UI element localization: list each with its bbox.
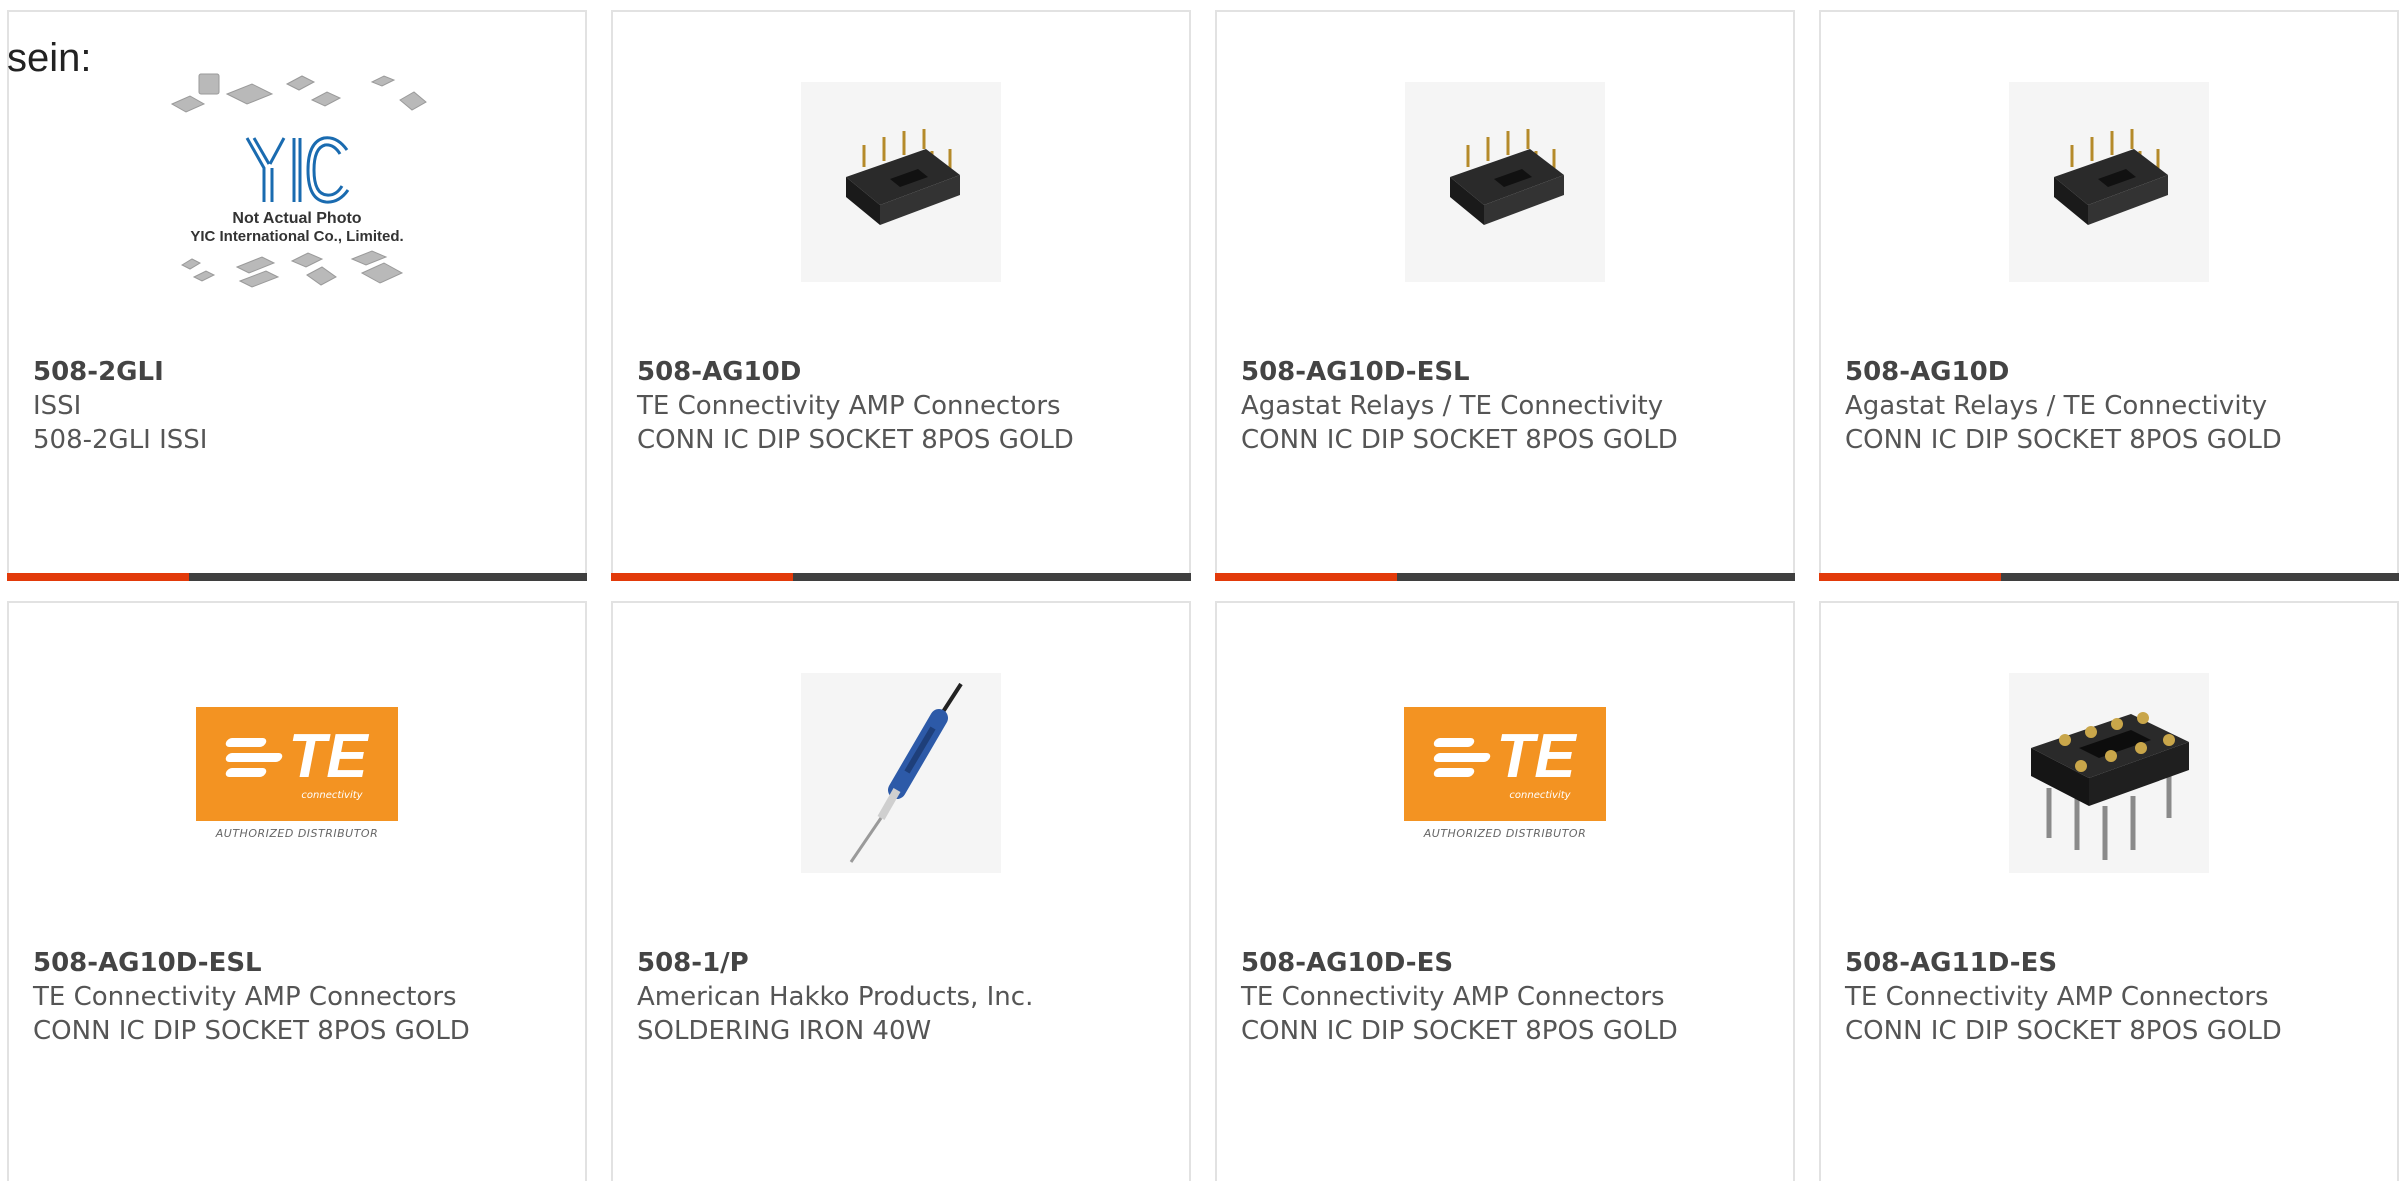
part-number[interactable]: 508-AG11D-ES (1845, 946, 2377, 980)
manufacturer: TE Connectivity AMP Connectors (33, 982, 457, 1012)
description: SOLDERING IRON 40W (637, 1016, 932, 1046)
card-accent-bar (611, 573, 1191, 581)
description: CONN IC DIP SOCKET 8POS GOLD (637, 425, 1074, 455)
product-info: 508-AG10D-ESL TE Connectivity AMP Connec… (33, 946, 565, 1048)
product-info: 508-AG10D-ES TE Connectivity AMP Connect… (1241, 946, 1773, 1048)
te-logo-image: TE connectivity AUTHORIZED DISTRIBUTOR (1404, 706, 1606, 840)
product-card[interactable]: Not Actual Photo YIC International Co., … (7, 10, 587, 581)
dip-socket-photo (1405, 82, 1605, 282)
product-card[interactable]: 508-AG10D-ESL Agastat Relays / TE Connec… (1215, 10, 1795, 581)
product-image (1821, 603, 2397, 943)
product-image (613, 603, 1189, 943)
manufacturer: TE Connectivity AMP Connectors (1845, 982, 2269, 1012)
product-info: 508-2GLI ISSI 508-2GLI ISSI (33, 355, 565, 457)
product-image: TE connectivity AUTHORIZED DISTRIBUTOR (1217, 603, 1793, 943)
yic-caption: Not Actual Photo YIC International Co., … (190, 209, 404, 245)
product-card[interactable]: TE connectivity AUTHORIZED DISTRIBUTOR 5… (1215, 601, 1795, 1181)
part-number[interactable]: 508-AG10D-ESL (1241, 355, 1773, 389)
description: 508-2GLI ISSI (33, 425, 208, 455)
chip-packages-icon (180, 249, 404, 288)
product-card[interactable]: 508-AG11D-ES TE Connectivity AMP Connect… (1819, 601, 2399, 1181)
soldering-iron-icon (849, 682, 963, 863)
soldering-iron-photo (801, 673, 1001, 873)
product-info: 508-AG11D-ES TE Connectivity AMP Connect… (1845, 946, 2377, 1048)
chip-packages-icon (170, 73, 427, 113)
description: CONN IC DIP SOCKET 8POS GOLD (1845, 425, 2282, 455)
manufacturer: ISSI (33, 391, 82, 421)
dip-socket-photo (801, 82, 1001, 282)
card-accent-bar (1819, 573, 2399, 581)
product-card[interactable]: TE connectivity AUTHORIZED DISTRIBUTOR 5… (7, 601, 587, 1181)
product-info: 508-AG10D-ESL Agastat Relays / TE Connec… (1241, 355, 1773, 457)
dip-socket-open-photo (2009, 673, 2209, 873)
page-heading: sein: (7, 36, 92, 80)
yic-logo-icon (245, 135, 350, 204)
product-grid: Not Actual Photo YIC International Co., … (0, 0, 2400, 1181)
product-card[interactable]: 508-AG10D TE Connectivity AMP Connectors… (611, 10, 1191, 581)
te-logo: TE connectivity (196, 706, 398, 821)
dip-socket-icon (2031, 712, 2189, 860)
part-number[interactable]: 508-2GLI (33, 355, 565, 389)
dip-socket-icon (1450, 129, 1564, 225)
dip-socket-icon (846, 129, 960, 225)
dip-socket-icon (2054, 129, 2168, 225)
te-logo-image: TE connectivity AUTHORIZED DISTRIBUTOR (196, 706, 398, 840)
product-image (1821, 12, 2397, 352)
product-image: Not Actual Photo YIC International Co., … (9, 12, 585, 352)
product-image (1217, 12, 1793, 352)
yic-placeholder-image: Not Actual Photo YIC International Co., … (152, 68, 442, 297)
te-logo: TE connectivity (1404, 706, 1606, 821)
product-info: 508-1/P American Hakko Products, Inc. SO… (637, 946, 1169, 1048)
part-number[interactable]: 508-AG10D (1845, 355, 2377, 389)
product-info: 508-AG10D TE Connectivity AMP Connectors… (637, 355, 1169, 457)
dip-socket-photo (2009, 82, 2209, 282)
manufacturer: Agastat Relays / TE Connectivity (1241, 391, 1664, 421)
product-card[interactable]: 508-AG10D Agastat Relays / TE Connectivi… (1819, 10, 2399, 581)
part-number[interactable]: 508-AG10D (637, 355, 1169, 389)
description: CONN IC DIP SOCKET 8POS GOLD (1241, 425, 1678, 455)
description: CONN IC DIP SOCKET 8POS GOLD (1241, 1016, 1678, 1046)
part-number[interactable]: 508-AG10D-ES (1241, 946, 1773, 980)
description: CONN IC DIP SOCKET 8POS GOLD (33, 1016, 470, 1046)
product-image (613, 12, 1189, 352)
card-accent-bar (1215, 573, 1795, 581)
part-number[interactable]: 508-1/P (637, 946, 1169, 980)
manufacturer: TE Connectivity AMP Connectors (1241, 982, 1665, 1012)
product-card[interactable]: 508-1/P American Hakko Products, Inc. SO… (611, 601, 1191, 1181)
product-info: 508-AG10D Agastat Relays / TE Connectivi… (1845, 355, 2377, 457)
manufacturer: Agastat Relays / TE Connectivity (1845, 391, 2268, 421)
product-image: TE connectivity AUTHORIZED DISTRIBUTOR (9, 603, 585, 943)
description: CONN IC DIP SOCKET 8POS GOLD (1845, 1016, 2282, 1046)
part-number[interactable]: 508-AG10D-ESL (33, 946, 565, 980)
manufacturer: American Hakko Products, Inc. (637, 982, 1034, 1012)
card-accent-bar (7, 573, 587, 581)
manufacturer: TE Connectivity AMP Connectors (637, 391, 1061, 421)
